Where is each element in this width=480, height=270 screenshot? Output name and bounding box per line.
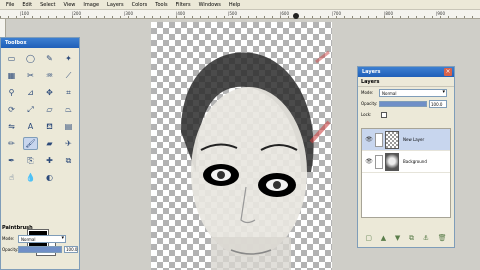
flip-icon[interactable]: ⇋	[4, 120, 19, 133]
menu-help[interactable]: Help	[225, 0, 244, 10]
ruler-tick-label: |300	[124, 11, 133, 16]
fuzzy-select-icon[interactable]: ✦	[61, 52, 76, 65]
menu-view[interactable]: View	[60, 0, 80, 10]
layers-tab[interactable]: Layers	[358, 77, 454, 87]
heal-icon[interactable]: ✚	[42, 154, 57, 167]
ellipse-select-icon[interactable]: ◯	[23, 52, 38, 65]
paintbrush-icon[interactable]: 🖌	[23, 137, 38, 150]
menu-windows[interactable]: Windows	[195, 0, 225, 10]
perspective-icon[interactable]: ⏢	[61, 103, 76, 116]
ruler-tick-label: |400	[176, 11, 185, 16]
raise-layer-icon[interactable]: ▲	[381, 234, 386, 242]
duplicate-layer-icon[interactable]: ⧉	[409, 234, 414, 243]
layer-name[interactable]: Background	[403, 159, 427, 164]
opacity-slider[interactable]	[18, 246, 62, 253]
menu-image[interactable]: Image	[79, 0, 103, 10]
image-canvas[interactable]	[151, 22, 332, 270]
mode-label: Mode:	[2, 236, 15, 241]
layer-row[interactable]: 👁 Background	[362, 151, 450, 173]
anchor-layer-icon[interactable]: ⚓	[423, 234, 429, 242]
menu-select[interactable]: Select	[36, 0, 59, 10]
measure-icon[interactable]: ⊿	[23, 86, 38, 99]
zoom-icon[interactable]: ⚲	[4, 86, 19, 99]
color-picker-icon[interactable]: ⟋	[61, 69, 76, 82]
horizontal-ruler: |100 |200 |300 |400 |500 |600 |700 |800 |900	[0, 10, 480, 19]
scale-icon[interactable]: ⤢	[23, 103, 38, 116]
ruler-tick-label: |900	[436, 11, 445, 16]
text-icon[interactable]: A	[23, 120, 38, 133]
tool-grid: ▭ ◯ ✎ ✦ ▦ ✂ ♒ ⟋ ⚲ ⊿ ✥ ⌗ ⟳ ⤢ ▱ ⏢ ⇋ A ⛾ ▤ ✏ 🖌 ▰ ✈ ✒ ⎘ ✚ ⧉ ☝ 💧 ◐	[4, 52, 76, 184]
layer-list: 👁 New Layer 👁 Background	[361, 128, 451, 218]
layer-opacity-slider[interactable]	[379, 100, 427, 107]
rotate-icon[interactable]: ⟳	[4, 103, 19, 116]
shear-icon[interactable]: ▱	[42, 103, 57, 116]
lock-label: Lock:	[361, 112, 372, 117]
blur-icon[interactable]: 💧	[23, 171, 38, 184]
layer-thumbnail	[385, 130, 399, 149]
chain-toggle[interactable]	[375, 154, 383, 169]
layer-opacity-value[interactable]: 100.0	[429, 99, 447, 108]
ink-icon[interactable]: ✒	[4, 154, 19, 167]
portrait-image	[151, 22, 332, 270]
layers-title: Layers	[358, 67, 454, 77]
tool-options: Paintbrush Mode: Normal Opacity: 100.0	[2, 225, 78, 256]
dodge-burn-icon[interactable]: ◐	[42, 171, 57, 184]
layer-name[interactable]: New Layer	[403, 137, 424, 142]
tool-options-title: Paintbrush	[2, 225, 33, 231]
perspective-clone-icon[interactable]: ⧉	[61, 154, 76, 167]
layer-thumbnail	[385, 152, 399, 171]
close-icon[interactable]: ×	[444, 68, 452, 76]
ruler-tick-label: |200	[72, 11, 81, 16]
ruler-tick-label: |500	[228, 11, 237, 16]
ruler-tick-label: |700	[332, 11, 341, 16]
layer-opacity-label: Opacity:	[361, 101, 378, 106]
pencil-icon[interactable]: ✏	[4, 137, 19, 150]
mode-select[interactable]: Normal	[18, 234, 66, 243]
menu-edit[interactable]: Edit	[18, 0, 36, 10]
opacity-label: Opacity:	[2, 247, 19, 252]
menu-layers[interactable]: Layers	[103, 0, 128, 10]
toolbox-title: Toolbox	[1, 38, 79, 48]
menu-file[interactable]: File	[2, 0, 18, 10]
lower-layer-icon[interactable]: ▼	[395, 234, 400, 242]
menubar: File Edit Select View Image Layers Colors Tools…	[0, 0, 480, 10]
paths-icon[interactable]: ♒	[42, 69, 57, 82]
ruler-tick-label: |100	[20, 11, 29, 16]
layers-dialog: Layers × Layers Mode: Normal Opacity: 10…	[357, 66, 455, 248]
menu-tools[interactable]: Tools	[151, 0, 171, 10]
menu-filters[interactable]: Filters	[172, 0, 195, 10]
layer-mode-label: Mode:	[361, 90, 374, 95]
layer-row[interactable]: 👁 New Layer	[362, 129, 450, 151]
new-layer-icon[interactable]: ▢	[365, 234, 372, 242]
ruler-tick-label: |600	[280, 11, 289, 16]
eye-icon[interactable]: 👁	[365, 136, 373, 143]
ruler-tick-label: |800	[384, 11, 393, 16]
airbrush-icon[interactable]: ✈	[61, 137, 76, 150]
menu-colors[interactable]: Colors	[128, 0, 152, 10]
clone-icon[interactable]: ⎘	[23, 154, 38, 167]
layer-buttons: ▢ ▲ ▼ ⧉ ⚓ 🗑	[361, 231, 451, 245]
move-icon[interactable]: ✥	[42, 86, 57, 99]
chain-toggle[interactable]	[375, 132, 383, 147]
layer-mode-select[interactable]: Normal	[379, 88, 447, 97]
eye-icon[interactable]: 👁	[365, 158, 373, 165]
delete-layer-icon[interactable]: 🗑	[438, 234, 447, 242]
bucket-fill-icon[interactable]: ⛾	[42, 120, 57, 133]
scissors-icon[interactable]: ✂	[23, 69, 38, 82]
smudge-icon[interactable]: ☝	[4, 171, 19, 184]
blend-icon[interactable]: ▤	[61, 120, 76, 133]
opacity-value[interactable]: 100.0	[64, 246, 78, 253]
free-select-icon[interactable]: ✎	[42, 52, 57, 65]
crop-icon[interactable]: ⌗	[61, 86, 76, 99]
rect-select-icon[interactable]: ▭	[4, 52, 19, 65]
lock-alpha-checkbox[interactable]	[381, 111, 387, 118]
eraser-icon[interactable]: ▰	[42, 137, 57, 150]
color-select-icon[interactable]: ▦	[4, 69, 19, 82]
